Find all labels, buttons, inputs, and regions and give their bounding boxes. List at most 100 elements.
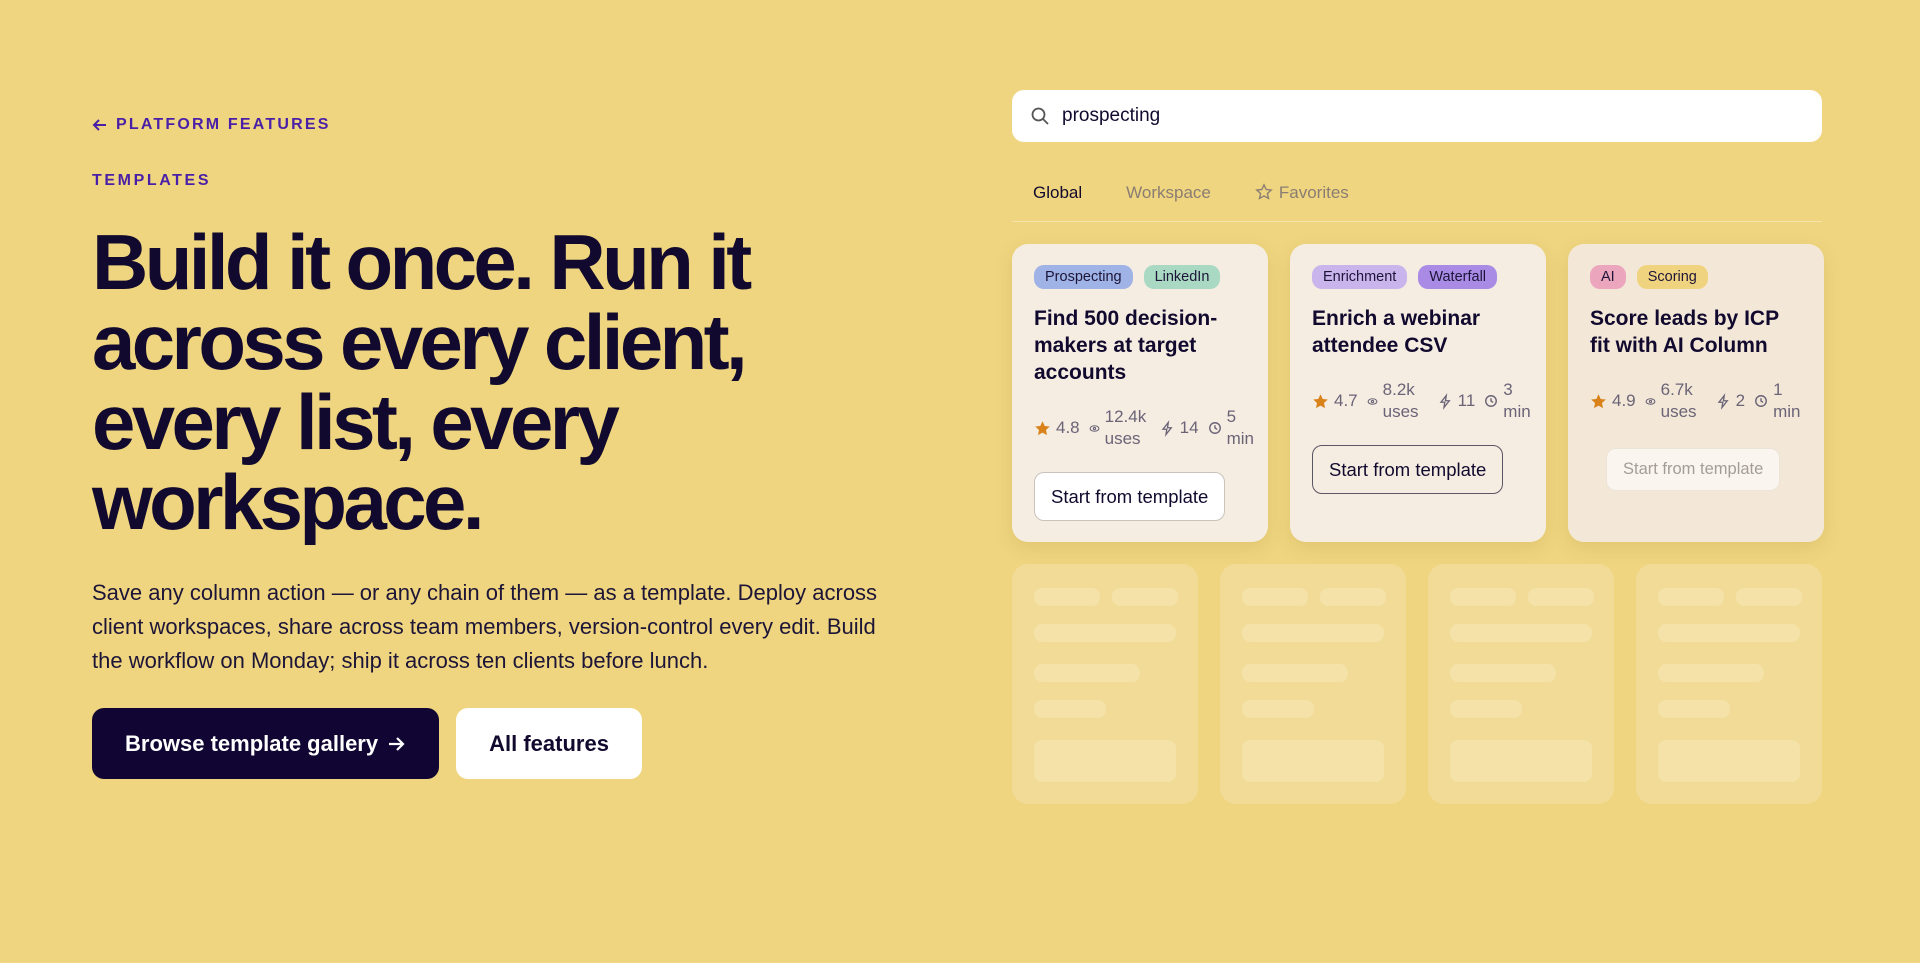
- skeleton-bar: [1658, 588, 1724, 606]
- template-card[interactable]: Prospecting LinkedIn Find 500 decision-m…: [1012, 244, 1268, 542]
- bolt-icon: [1717, 392, 1729, 410]
- uses-stat: 8.2k uses: [1367, 379, 1429, 423]
- card-title: Score leads by ICP fit with AI Column: [1590, 307, 1779, 357]
- star-icon: [1591, 393, 1606, 408]
- skeleton-bar: [1658, 700, 1730, 718]
- steps-stat: 2: [1716, 391, 1745, 411]
- card-stats: 4.8 12.4k uses 14 5 min: [1034, 406, 1324, 450]
- uses-value: 12.4k uses: [1104, 407, 1147, 448]
- skeleton-bar: [1242, 588, 1308, 606]
- search-input[interactable]: [1062, 105, 1804, 127]
- skeleton-bar: [1242, 624, 1384, 642]
- tag-list: Prospecting LinkedIn: [1034, 265, 1246, 289]
- card-stats: 4.7 8.2k uses 11 3 min: [1312, 379, 1602, 423]
- bolt-icon: [1439, 392, 1451, 410]
- bolt-icon: [1161, 419, 1173, 437]
- skeleton-bar: [1450, 740, 1592, 782]
- search-icon: [1031, 107, 1049, 125]
- skeleton-bar: [1528, 588, 1594, 606]
- tab-label: Workspace: [1126, 183, 1211, 202]
- skeleton-bar: [1242, 664, 1348, 682]
- tab-label: Global: [1033, 183, 1083, 202]
- eye-icon: [1089, 424, 1100, 432]
- skeleton-bar: [1658, 740, 1800, 782]
- start-from-template-button[interactable]: Start from template: [1312, 445, 1504, 494]
- time-value: 5 min: [1226, 407, 1254, 448]
- rating-value: 4.7: [1334, 391, 1358, 410]
- browse-button-label: Browse template gallery: [125, 730, 379, 756]
- tab-global[interactable]: Global: [1033, 174, 1082, 221]
- uses-stat: 12.4k uses: [1089, 406, 1151, 450]
- uses-value: 8.2k uses: [1382, 380, 1419, 421]
- template-card[interactable]: AI Scoring Score leads by ICP fit with A…: [1568, 244, 1824, 542]
- tag-list: Enrichment Waterfall: [1312, 265, 1524, 289]
- time-value: 3 min: [1503, 380, 1531, 421]
- template-search-bar[interactable]: [1012, 90, 1822, 142]
- skeleton-bar: [1034, 624, 1176, 642]
- cta-row: Browse template gallery All features: [92, 708, 642, 779]
- clock-icon: [1208, 422, 1221, 434]
- time-stat: 3 min: [1484, 379, 1535, 423]
- eye-icon: [1367, 397, 1378, 405]
- skeleton-bar: [1034, 740, 1176, 782]
- skeleton-card: [1220, 564, 1406, 804]
- skeleton-bar: [1450, 664, 1556, 682]
- all-features-button[interactable]: All features: [456, 708, 642, 779]
- star-outline-icon: [1255, 183, 1273, 200]
- steps-stat: 14: [1160, 418, 1199, 438]
- skeleton-bar: [1112, 588, 1178, 606]
- back-link-label: PLATFORM FEATURES: [116, 116, 331, 133]
- card-title: Enrich a webinar attendee CSV: [1312, 307, 1481, 357]
- skeleton-card: [1636, 564, 1822, 804]
- tab-label: Favorites: [1278, 183, 1349, 202]
- steps-value: 14: [1179, 418, 1199, 437]
- tag-badge: Enrichment: [1312, 265, 1408, 289]
- tab-favorites[interactable]: Favorites: [1255, 174, 1349, 221]
- clock-icon: [1485, 395, 1498, 407]
- rating-value: 4.8: [1056, 418, 1080, 437]
- rating-stat: 4.9: [1590, 391, 1636, 411]
- skeleton-card: [1012, 564, 1198, 804]
- eye-icon: [1645, 397, 1656, 405]
- template-cards: Prospecting LinkedIn Find 500 decision-m…: [1012, 244, 1824, 542]
- arrow-right-icon: [389, 736, 405, 751]
- uses-stat: 6.7k uses: [1645, 379, 1707, 423]
- start-from-template-button[interactable]: Start from template: [1034, 472, 1226, 521]
- skeleton-card: [1428, 564, 1614, 804]
- skeleton-bar: [1034, 664, 1140, 682]
- time-stat: 1 min: [1754, 379, 1805, 423]
- skeleton-bar: [1736, 588, 1802, 606]
- tag-list: AI Scoring: [1590, 265, 1802, 289]
- rating-stat: 4.8: [1034, 418, 1080, 438]
- skeleton-bar: [1450, 624, 1592, 642]
- clock-icon: [1755, 395, 1768, 407]
- start-from-template-button[interactable]: Start from template: [1606, 448, 1781, 491]
- skeleton-bar: [1450, 700, 1522, 718]
- skeleton-bar: [1320, 588, 1386, 606]
- star-icon: [1035, 420, 1050, 435]
- tag-badge: Prospecting: [1034, 265, 1133, 289]
- loading-skeleton-row: [1012, 564, 1822, 804]
- eyebrow-label: TEMPLATES: [92, 172, 212, 189]
- skeleton-bar: [1658, 664, 1764, 682]
- browse-template-gallery-button[interactable]: Browse template gallery: [92, 708, 440, 779]
- rating-value: 4.9: [1612, 391, 1636, 410]
- template-card[interactable]: Enrichment Waterfall Enrich a webinar at…: [1290, 244, 1546, 542]
- arrow-left-icon: [92, 119, 106, 131]
- tag-badge: AI: [1590, 265, 1626, 289]
- skeleton-bar: [1450, 588, 1516, 606]
- tag-badge: LinkedIn: [1143, 265, 1221, 289]
- time-value: 1 min: [1773, 380, 1801, 421]
- rating-stat: 4.7: [1312, 391, 1358, 411]
- skeleton-bar: [1242, 700, 1314, 718]
- steps-stat: 11: [1438, 391, 1475, 411]
- tag-badge: Scoring: [1636, 265, 1708, 289]
- tag-badge: Waterfall: [1418, 265, 1498, 289]
- skeleton-bar: [1658, 624, 1800, 642]
- back-to-platform-features-link[interactable]: PLATFORM FEATURES: [92, 116, 331, 134]
- skeleton-bar: [1034, 588, 1100, 606]
- uses-value: 6.7k uses: [1660, 380, 1697, 421]
- tab-workspace[interactable]: Workspace: [1126, 174, 1211, 221]
- star-icon: [1313, 393, 1328, 408]
- steps-value: 2: [1735, 391, 1746, 410]
